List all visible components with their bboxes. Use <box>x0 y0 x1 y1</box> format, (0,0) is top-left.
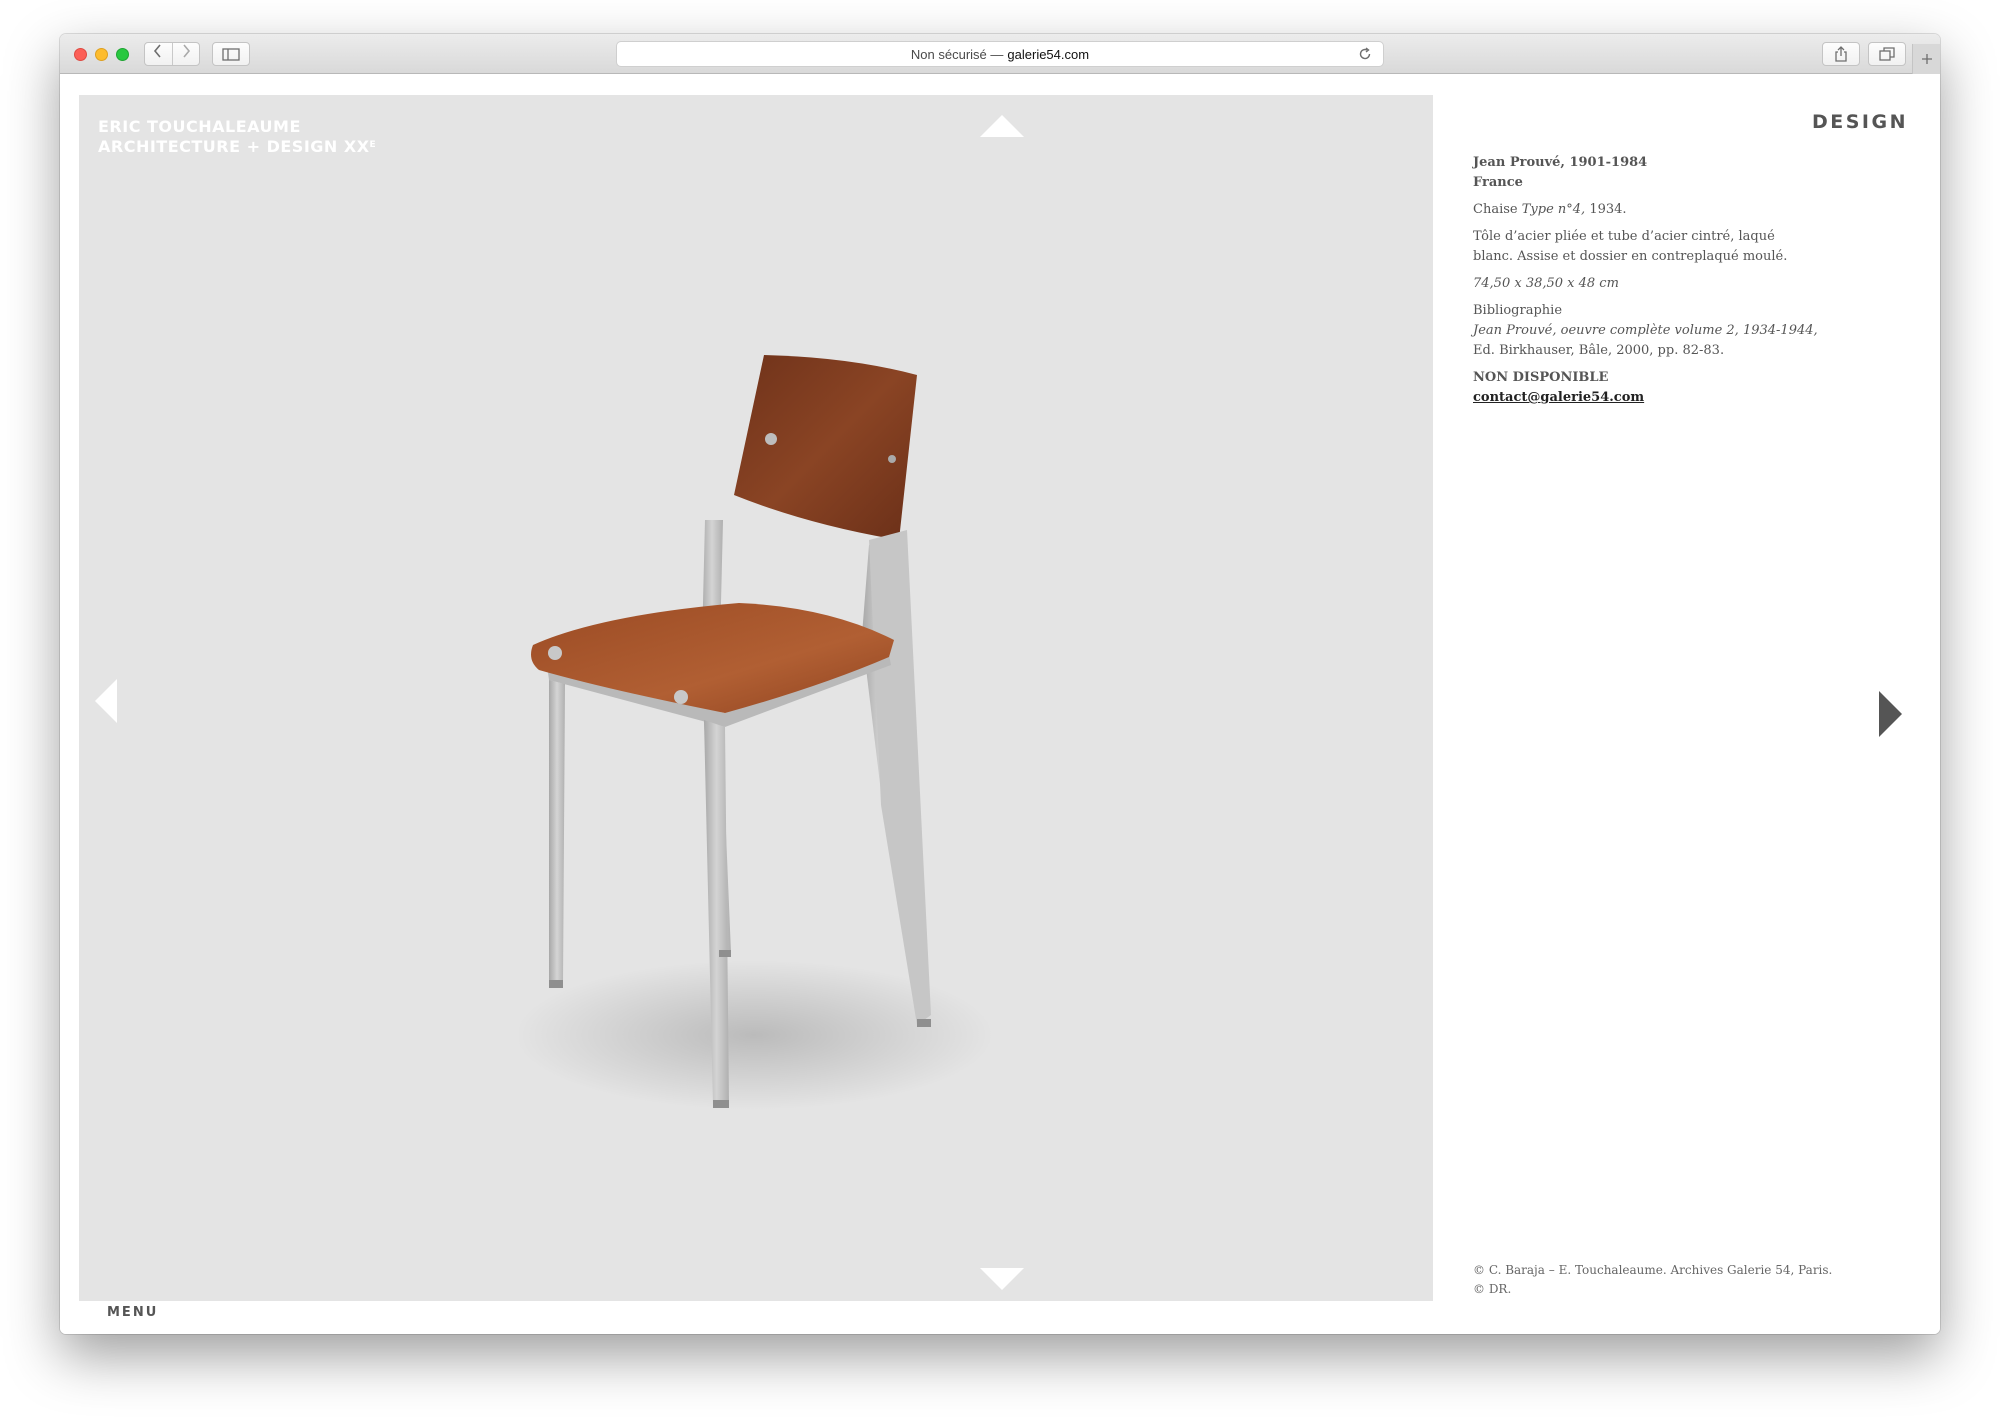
bibliography-line-2: Ed. Birkhauser, Bâle, 2000, pp. 82-83. <box>1473 343 1725 358</box>
plus-icon <box>1921 54 1932 64</box>
history-nav <box>144 42 200 66</box>
show-tabs-button[interactable] <box>1868 42 1906 66</box>
chair-backrest-rivet-left <box>765 433 777 445</box>
availability-status: NON DISPONIBLE <box>1473 370 1609 385</box>
address-security-label: Non sécurisé — <box>910 46 1004 62</box>
artwork-bibliography: Bibliographie Jean Prouvé, oeuvre complè… <box>1473 301 1833 361</box>
chair-back-side-plate <box>869 530 931 1025</box>
address-host: galerie54.com <box>1007 46 1090 62</box>
photo-credits: © C. Baraja – E. Touchaleaume. Archives … <box>1473 1261 1832 1299</box>
new-tab-button[interactable] <box>1912 44 1940 74</box>
logo-line-2-text: Architecture + Design XX <box>98 137 370 156</box>
logo-line-1: Eric Touchaleaume <box>98 117 301 136</box>
credits-line-2: © DR. <box>1473 1282 1512 1296</box>
tabs-icon <box>1879 47 1895 61</box>
share-icon <box>1835 46 1847 62</box>
next-section-arrow-icon[interactable] <box>980 1268 1024 1290</box>
forward-button[interactable] <box>171 43 200 65</box>
artwork-info: Jean Prouvé, 1901-1984 France Chaise Typ… <box>1473 153 1833 415</box>
artwork-designer: Jean Prouvé, 1901-1984 <box>1473 155 1648 170</box>
menu-button[interactable]: MENU <box>107 1305 158 1320</box>
chair-front-left-leg <box>549 680 565 985</box>
artwork-title-year: 1934. <box>1589 202 1627 217</box>
close-window-button[interactable] <box>74 48 87 61</box>
section-title[interactable]: DESIGN <box>1812 111 1908 133</box>
artwork-country: France <box>1473 175 1523 190</box>
artwork-materials-line-1: Tôle d’acier pliée et tube d’acier cintr… <box>1473 229 1775 244</box>
chair-seat <box>531 603 894 713</box>
sidebar-toggle-button[interactable] <box>212 42 250 66</box>
web-page: Eric Touchaleaume Architecture + Design … <box>60 75 1940 1334</box>
logo-superscript: e <box>369 140 377 150</box>
browser-window: Non sécurisé — galerie54.com Eric Toucha… <box>60 34 1940 1334</box>
contact-email-link[interactable]: contact@galerie54.com <box>1473 390 1644 405</box>
artwork-title-model: Type n°4, <box>1521 202 1586 217</box>
artwork-dimensions: 74,50 x 38,50 x 48 cm <box>1473 276 1619 291</box>
bibliography-label: Bibliographie <box>1473 303 1563 318</box>
chair-backrest <box>734 355 917 540</box>
chair-foot-rear-left <box>719 950 731 957</box>
artwork-materials-line-2: blanc. Assise et dossier en contreplaqué… <box>1473 249 1788 264</box>
logo-line-2: Architecture + Design XXe <box>98 137 376 157</box>
chevron-left-icon <box>154 44 161 58</box>
sidebar-icon <box>222 47 240 61</box>
next-image-arrow-icon[interactable] <box>1879 691 1902 737</box>
chair-backrest-rivet-right <box>888 455 896 463</box>
bibliography-line-1: Jean Prouvé, oeuvre complète volume 2, 1… <box>1473 323 1818 338</box>
artwork-title: Chaise Type n°4, 1934. <box>1473 200 1833 220</box>
chair-seat-rivet-front <box>674 690 688 704</box>
artwork-materials: Tôle d’acier pliée et tube d’acier cintr… <box>1473 227 1833 267</box>
previous-image-arrow-icon[interactable] <box>95 679 117 723</box>
site-logo[interactable]: Eric Touchaleaume Architecture + Design … <box>98 117 376 157</box>
chair-foot-front-right <box>713 1100 729 1108</box>
chair-foot-rear-right <box>917 1019 931 1027</box>
address-bar[interactable]: Non sécurisé — galerie54.com <box>616 41 1384 67</box>
credits-line-1: © C. Baraja – E. Touchaleaume. Archives … <box>1473 1263 1833 1277</box>
minimize-window-button[interactable] <box>95 48 108 61</box>
browser-toolbar: Non sécurisé — galerie54.com <box>60 34 1940 74</box>
chair-foot-front-left <box>549 980 563 988</box>
chair-seat-rivet-left <box>548 646 562 660</box>
previous-section-arrow-icon[interactable] <box>980 115 1024 137</box>
back-button[interactable] <box>145 43 172 65</box>
reload-icon[interactable] <box>1357 46 1373 62</box>
chevron-right-icon <box>183 44 190 58</box>
artwork-title-prefix: Chaise <box>1473 202 1518 217</box>
zoom-window-button[interactable] <box>116 48 129 61</box>
artwork-image-pane: Eric Touchaleaume Architecture + Design … <box>79 95 1433 1301</box>
share-button[interactable] <box>1822 42 1860 66</box>
chair-photo <box>519 355 994 1110</box>
